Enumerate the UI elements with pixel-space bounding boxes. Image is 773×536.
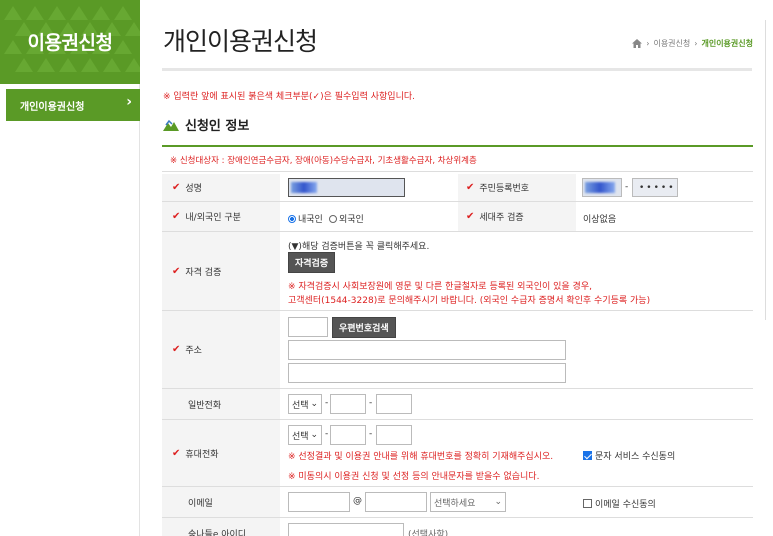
label-qualification: ✔ 자격 검증	[162, 232, 280, 310]
zipcode-search-button[interactable]: 우편번호검색	[332, 317, 396, 338]
rrn-dash: -	[625, 182, 629, 192]
required-check-icon: ✔	[172, 265, 181, 277]
sidebar-item-personal-pass[interactable]: 개인이용권신청 ›	[6, 89, 140, 121]
breadcrumb: › 이용권신청 › 개인이용권신청	[632, 38, 753, 49]
email-id-input[interactable]	[288, 492, 350, 512]
radio-icon	[329, 215, 337, 223]
sidebar-item-label: 개인이용권신청	[20, 102, 85, 113]
household-result: 이상없음	[583, 215, 617, 225]
chevron-down-icon: ⌄	[310, 430, 318, 440]
address-input[interactable]	[288, 340, 566, 360]
label-id: 숲나들e 아이디	[162, 518, 280, 536]
mobile-last-input[interactable]	[376, 425, 412, 445]
checkbox-icon	[583, 499, 592, 508]
applicant-form: ※ 신청대상자 : 장애인연금수급자, 장애(아동)수당수급자, 기초생활수급자…	[162, 145, 753, 536]
chevron-right-icon: ›	[646, 39, 650, 48]
breadcrumb-item[interactable]: 이용권신청	[653, 38, 690, 49]
mobile-prefix-select[interactable]: 선택 ⌄	[288, 425, 322, 445]
label-name: ✔ 성명	[162, 174, 280, 201]
dash: -	[325, 429, 329, 439]
qualification-check-button[interactable]: 자격검증	[288, 252, 336, 273]
label-rrn: ✔ 주민등록번호	[458, 174, 576, 201]
required-check-icon: ✔	[172, 182, 181, 193]
required-check-icon: ✔	[172, 447, 181, 459]
dash: -	[325, 398, 329, 408]
checkbox-icon	[583, 451, 592, 460]
label-mobile: ✔ 휴대전화	[162, 420, 280, 486]
chevron-right-icon: ›	[126, 94, 132, 110]
label-phone: 일반전화	[162, 389, 280, 419]
rrn-back-input[interactable]: •••••	[632, 178, 678, 197]
sms-consent-checkbox[interactable]: 문자 서비스 수신동의	[583, 449, 675, 462]
header-divider	[162, 68, 752, 71]
dash: -	[369, 398, 373, 408]
chevron-down-icon: ⌄	[310, 399, 318, 409]
radio-domestic[interactable]: 내국인	[288, 212, 323, 225]
phone-mid-input[interactable]	[330, 394, 366, 414]
site-id-input[interactable]	[288, 523, 404, 536]
address-detail-input[interactable]	[288, 363, 566, 383]
section-title-text: 신청인 정보	[185, 119, 250, 134]
required-check-icon: ✔	[172, 211, 181, 222]
row-phone: 일반전화 선택 ⌄ - -	[162, 389, 753, 420]
section-title: 신청인 정보	[163, 115, 249, 134]
label-household: ✔ 세대주 검증	[458, 202, 576, 231]
row-nationality: ✔ 내/외국인 구분 내국인 외국인 ✔ 세대주 검증 이상없음	[162, 202, 753, 232]
phone-last-input[interactable]	[376, 394, 412, 414]
email-domain-select[interactable]: 선택하세요 ⌄	[430, 492, 506, 512]
sidebar: 이용권신청 개인이용권신청 ›	[0, 0, 140, 536]
row-address: ✔ 주소 우편번호검색	[162, 311, 753, 389]
target-note: ※ 신청대상자 : 장애인연금수급자, 장애(아동)수당수급자, 기초생활수급자…	[162, 147, 753, 172]
row-id: 숲나들e 아이디 (선택사항)	[162, 518, 753, 536]
label-address: ✔ 주소	[162, 311, 280, 388]
sidebar-header: 이용권신청	[0, 0, 140, 84]
radio-foreign[interactable]: 외국인	[329, 212, 364, 225]
row-name: ✔ 성명 ✔ 주민등록번호 - •••••	[162, 174, 753, 202]
required-check-icon: ✔	[466, 182, 475, 193]
email-consent-checkbox[interactable]: 이메일 수신동의	[583, 497, 656, 510]
radio-icon	[288, 215, 296, 223]
zipcode-input[interactable]	[288, 317, 328, 337]
sidebar-title: 이용권신청	[27, 32, 113, 54]
qual-note: 고객센터(1544-3228)로 문의해주시기 바랍니다. (외국인 수급자 증…	[288, 296, 651, 306]
required-check-icon: ✔	[172, 344, 181, 355]
required-notice: ※ 입력란 앞에 표시된 붉은색 체크부분(✓)은 필수입력 사항입니다.	[163, 92, 415, 102]
right-panel-edge	[765, 20, 773, 320]
required-check-icon: ✔	[466, 211, 475, 222]
dash: -	[369, 429, 373, 439]
mountain-icon	[163, 119, 179, 131]
mobile-note: ※ 선정결과 및 이용권 안내를 위해 휴대번호를 정확히 기재해주십시오.	[288, 452, 554, 462]
label-email: 이메일	[162, 487, 280, 517]
mobile-mid-input[interactable]	[330, 425, 366, 445]
home-icon[interactable]	[632, 39, 643, 48]
qual-note: ※ 자격검증시 사회보장원에 영문 및 다른 한글철자로 등록된 외국인이 있을…	[288, 282, 592, 292]
chevron-right-icon: ›	[694, 39, 698, 48]
row-email: 이메일 @ 선택하세요 ⌄ 이메일 수신동의	[162, 487, 753, 518]
email-domain-input[interactable]	[365, 492, 427, 512]
row-mobile: ✔ 휴대전화 선택 ⌄ - - ※ 선정결과 및 이용권 안내를 위해 휴대번호를 …	[162, 420, 753, 487]
optional-note: (선택사항)	[408, 530, 449, 536]
phone-prefix-select[interactable]: 선택 ⌄	[288, 394, 322, 414]
label-nationality: ✔ 내/외국인 구분	[162, 202, 280, 231]
name-input[interactable]	[288, 178, 405, 197]
breadcrumb-current: 개인이용권신청	[701, 39, 753, 48]
rrn-front-input[interactable]	[582, 178, 622, 197]
qual-hint: (▼)해당 검증버튼을 꼭 클릭해주세요.	[288, 242, 430, 252]
row-qualification: ✔ 자격 검증 (▼)해당 검증버튼을 꼭 클릭해주세요. 자격검증 ※ 자격검증…	[162, 232, 753, 311]
page-title: 개인이용권신청	[163, 27, 318, 56]
email-at: @	[353, 496, 362, 506]
chevron-down-icon: ⌄	[494, 497, 502, 507]
mobile-note: ※ 미동의시 이용권 신청 및 선정 등의 안내문자를 받을수 없습니다.	[288, 472, 540, 482]
